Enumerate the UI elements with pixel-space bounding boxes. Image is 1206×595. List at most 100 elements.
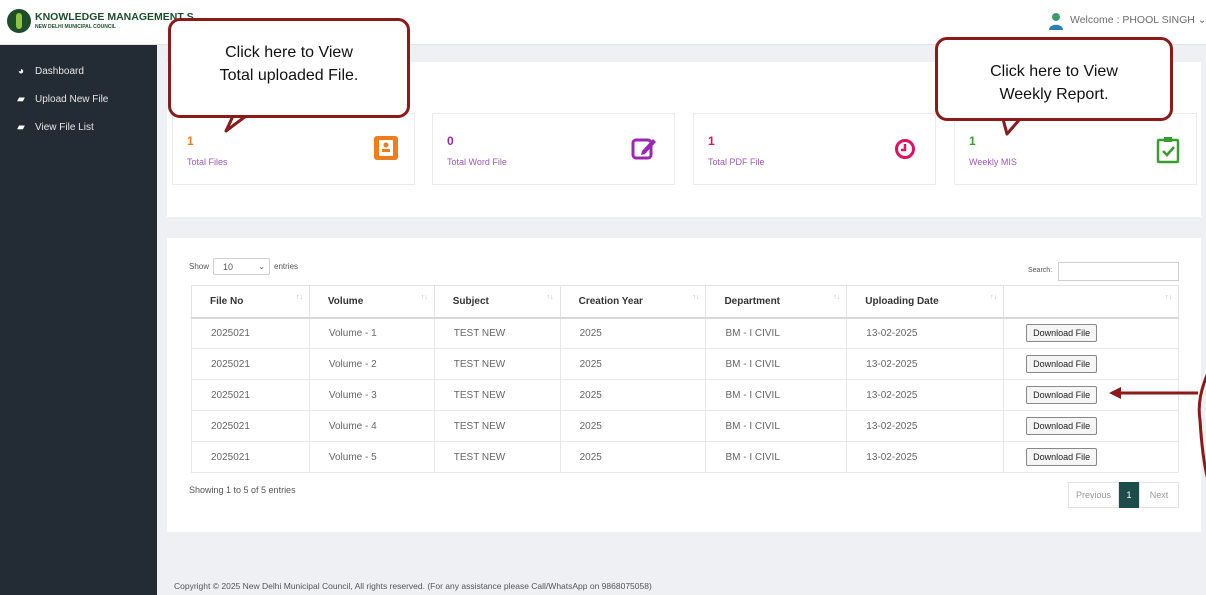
stat-value: 1 xyxy=(708,134,715,148)
column-label: File No xyxy=(210,295,244,307)
entries-select[interactable]: 10 ⌄ xyxy=(213,258,271,275)
welcome-user-menu[interactable]: Welcome : PHOOL SINGH ⌄ xyxy=(1070,14,1206,26)
cell-year: 2025 xyxy=(559,410,707,442)
cell-date: 13-02-2025 xyxy=(846,379,1005,411)
next-page-button[interactable]: Next xyxy=(1139,482,1179,508)
column-label: Subject xyxy=(452,295,489,307)
download-file-button[interactable]: Download File xyxy=(1026,417,1098,435)
stat-label: Weekly MIS xyxy=(969,157,1017,167)
column-header-uploading-date[interactable]: Uploading Date ↑↓ xyxy=(846,285,1005,319)
cell-department: BM - I CIVIL xyxy=(705,379,848,411)
cell-volume: Volume - 4 xyxy=(308,410,435,442)
stat-total-files[interactable]: 1 Total Files xyxy=(172,113,415,185)
callout-line: Weekly Report. xyxy=(999,86,1109,103)
cell-department: BM - I CIVIL xyxy=(705,317,848,349)
stat-label: Total Files xyxy=(187,157,228,167)
ndmc-logo-icon xyxy=(7,9,31,33)
column-header-file-no[interactable]: File No ↑↓ xyxy=(191,285,310,319)
stat-pdf-files[interactable]: 1 Total PDF File xyxy=(693,113,936,185)
download-file-button[interactable]: Download File xyxy=(1026,448,1098,466)
callout-weekly-report: Click here to View Weekly Report. xyxy=(935,37,1173,121)
cell-file-no: 2025021 xyxy=(191,379,310,411)
sidebar-item-label: View File List xyxy=(35,121,94,133)
page-button-current[interactable]: 1 xyxy=(1119,482,1139,508)
sort-icon: ↑↓ xyxy=(833,294,841,301)
cell-action: Download File xyxy=(1003,410,1179,442)
contact-card-icon xyxy=(374,136,398,160)
table-header-row: File No ↑↓ Volume ↑↓ Subject ↑↓ Creation Ye… xyxy=(191,285,1179,319)
column-header-subject[interactable]: Subject ↑↓ xyxy=(433,285,561,319)
table-row: 2025021 Volume - 3 TEST NEW 2025 BM - I … xyxy=(191,379,1179,411)
clipboard-check-icon xyxy=(1156,137,1180,164)
footer-copyright: Copyright © 2025 New Delhi Municipal Cou… xyxy=(174,581,652,591)
cell-file-no: 2025021 xyxy=(191,348,310,380)
previous-page-button[interactable]: Previous xyxy=(1068,482,1119,508)
cell-subject: TEST NEW xyxy=(433,410,561,442)
sidebar-item-label: Upload New File xyxy=(35,93,109,105)
book-icon: ▰ xyxy=(17,121,25,133)
user-avatar-icon[interactable] xyxy=(1048,12,1064,30)
sidebar: ◕ Dashboard ▰ Upload New File ▰ View Fil… xyxy=(0,45,157,595)
cell-date: 13-02-2025 xyxy=(846,441,1005,473)
cell-year: 2025 xyxy=(559,379,707,411)
cell-file-no: 2025021 xyxy=(191,410,310,442)
callout-line: Click here to View xyxy=(990,63,1118,80)
column-label: Department xyxy=(724,295,781,307)
stat-label: Total Word File xyxy=(447,157,507,167)
sort-icon: ↑↓ xyxy=(546,294,554,301)
cell-file-no: 2025021 xyxy=(191,317,310,349)
app-title: KNOWLEDGE MANAGEMENT S xyxy=(35,11,194,23)
cell-department: BM - I CIVIL xyxy=(705,410,848,442)
cell-volume: Volume - 5 xyxy=(308,441,435,473)
cell-year: 2025 xyxy=(559,317,707,349)
cell-date: 13-02-2025 xyxy=(846,348,1005,380)
download-file-button[interactable]: Download File xyxy=(1026,355,1098,373)
sort-icon: ↑↓ xyxy=(420,294,428,301)
edit-icon xyxy=(631,138,656,160)
pagination: Previous 1 Next xyxy=(1068,482,1179,508)
cell-department: BM - I CIVIL xyxy=(705,441,848,473)
sort-icon: ↑↓ xyxy=(692,294,700,301)
column-header-creation-year[interactable]: Creation Year ↑↓ xyxy=(559,285,707,319)
file-table: File No ↑↓ Volume ↑↓ Subject ↑↓ Creation Ye… xyxy=(191,285,1179,473)
stat-value: 0 xyxy=(447,134,454,148)
cell-file-no: 2025021 xyxy=(191,441,310,473)
callout-line: Click here to View xyxy=(225,44,353,61)
sidebar-item-view-files[interactable]: ▰ View File List xyxy=(14,117,94,137)
cell-subject: TEST NEW xyxy=(433,317,561,349)
cell-volume: Volume - 2 xyxy=(308,348,435,380)
table-row: 2025021 Volume - 1 TEST NEW 2025 BM - I … xyxy=(191,317,1179,349)
cell-action: Download File xyxy=(1003,379,1179,411)
entries-label: entries xyxy=(274,262,299,271)
table-row: 2025021 Volume - 4 TEST NEW 2025 BM - I … xyxy=(191,410,1179,442)
cell-date: 13-02-2025 xyxy=(846,317,1005,349)
stat-value: 1 xyxy=(187,134,194,148)
cell-subject: TEST NEW xyxy=(433,348,561,380)
sidebar-item-label: Dashboard xyxy=(35,65,84,77)
cell-department: BM - I CIVIL xyxy=(705,348,848,380)
sidebar-item-upload[interactable]: ▰ Upload New File xyxy=(14,89,108,109)
stat-word-files[interactable]: 0 Total Word File xyxy=(432,113,675,185)
stat-label: Total PDF File xyxy=(708,157,765,167)
chevron-down-icon: ⌄ xyxy=(258,262,266,271)
column-header-action[interactable]: ↑↓ xyxy=(1003,285,1179,319)
book-icon: ▰ xyxy=(17,93,25,105)
search-input[interactable] xyxy=(1058,262,1179,281)
cell-action: Download File xyxy=(1003,348,1179,380)
table-info: Showing 1 to 5 of 5 entries xyxy=(189,485,296,495)
download-file-button[interactable]: Download File xyxy=(1026,386,1098,404)
clock-icon xyxy=(895,139,915,159)
column-header-volume[interactable]: Volume ↑↓ xyxy=(308,285,435,319)
cell-subject: TEST NEW xyxy=(433,441,561,473)
stat-weekly-mis[interactable]: 1 Weekly MIS xyxy=(954,113,1197,185)
sidebar-item-dashboard[interactable]: ◕ Dashboard xyxy=(14,61,84,81)
cell-volume: Volume - 3 xyxy=(308,379,435,411)
app-subtitle: NEW DELHI MUNICIPAL COUNCIL xyxy=(35,24,116,30)
callout-line: Total uploaded File. xyxy=(219,67,359,84)
cell-date: 13-02-2025 xyxy=(846,410,1005,442)
stat-value: 1 xyxy=(969,134,976,148)
callout-total-files: Click here to View Total uploaded File. xyxy=(168,18,410,118)
column-header-department[interactable]: Department ↑↓ xyxy=(705,285,848,319)
download-file-button[interactable]: Download File xyxy=(1026,324,1098,343)
sort-icon: ↑↓ xyxy=(990,294,998,301)
